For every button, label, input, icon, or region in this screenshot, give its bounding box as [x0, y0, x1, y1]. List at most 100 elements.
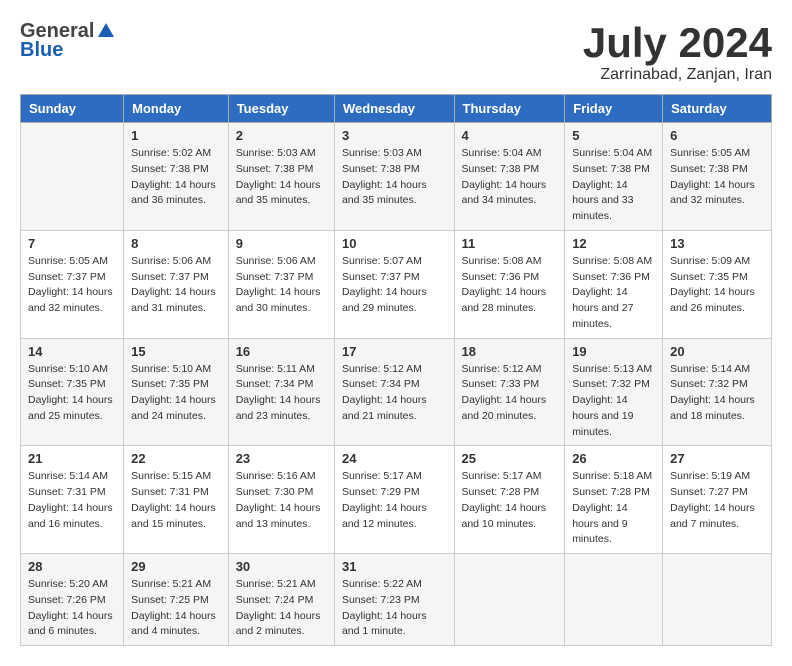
calendar-cell: 28 Sunrise: 5:20 AM Sunset: 7:26 PM Dayl… — [21, 554, 124, 646]
day-number: 30 — [236, 559, 327, 574]
month-title: July 2024 — [583, 20, 772, 66]
day-number: 22 — [131, 451, 221, 466]
day-info: Sunrise: 5:04 AM Sunset: 7:38 PM Dayligh… — [462, 146, 558, 209]
day-number: 2 — [236, 128, 327, 143]
day-info: Sunrise: 5:21 AM Sunset: 7:24 PM Dayligh… — [236, 577, 327, 640]
day-info: Sunrise: 5:17 AM Sunset: 7:28 PM Dayligh… — [462, 469, 558, 532]
day-number: 10 — [342, 236, 447, 251]
calendar-header: SundayMondayTuesdayWednesdayThursdayFrid… — [21, 95, 772, 123]
calendar-cell: 13 Sunrise: 5:09 AM Sunset: 7:35 PM Dayl… — [663, 230, 772, 338]
calendar-cell: 27 Sunrise: 5:19 AM Sunset: 7:27 PM Dayl… — [663, 446, 772, 554]
day-info: Sunrise: 5:17 AM Sunset: 7:29 PM Dayligh… — [342, 469, 447, 532]
calendar-cell: 15 Sunrise: 5:10 AM Sunset: 7:35 PM Dayl… — [124, 338, 229, 446]
day-number: 19 — [572, 344, 655, 359]
header-row: SundayMondayTuesdayWednesdayThursdayFrid… — [21, 95, 772, 123]
day-number: 13 — [670, 236, 764, 251]
calendar-cell — [21, 123, 124, 231]
day-number: 8 — [131, 236, 221, 251]
day-number: 17 — [342, 344, 447, 359]
page-header: General Blue July 2024 Zarrinabad, Zanja… — [20, 20, 772, 84]
day-info: Sunrise: 5:08 AM Sunset: 7:36 PM Dayligh… — [462, 254, 558, 317]
calendar-week-row: 28 Sunrise: 5:20 AM Sunset: 7:26 PM Dayl… — [21, 554, 772, 646]
calendar-cell: 30 Sunrise: 5:21 AM Sunset: 7:24 PM Dayl… — [228, 554, 334, 646]
day-number: 21 — [28, 451, 116, 466]
calendar-cell — [663, 554, 772, 646]
weekday-header: Friday — [565, 95, 663, 123]
day-number: 3 — [342, 128, 447, 143]
calendar-cell: 19 Sunrise: 5:13 AM Sunset: 7:32 PM Dayl… — [565, 338, 663, 446]
day-info: Sunrise: 5:21 AM Sunset: 7:25 PM Dayligh… — [131, 577, 221, 640]
day-number: 16 — [236, 344, 327, 359]
day-info: Sunrise: 5:14 AM Sunset: 7:31 PM Dayligh… — [28, 469, 116, 532]
day-info: Sunrise: 5:14 AM Sunset: 7:32 PM Dayligh… — [670, 362, 764, 425]
calendar-week-row: 1 Sunrise: 5:02 AM Sunset: 7:38 PM Dayli… — [21, 123, 772, 231]
day-number: 12 — [572, 236, 655, 251]
day-number: 25 — [462, 451, 558, 466]
day-info: Sunrise: 5:04 AM Sunset: 7:38 PM Dayligh… — [572, 146, 655, 225]
calendar-cell: 12 Sunrise: 5:08 AM Sunset: 7:36 PM Dayl… — [565, 230, 663, 338]
calendar-cell: 17 Sunrise: 5:12 AM Sunset: 7:34 PM Dayl… — [334, 338, 454, 446]
calendar-cell: 11 Sunrise: 5:08 AM Sunset: 7:36 PM Dayl… — [454, 230, 565, 338]
calendar-cell: 31 Sunrise: 5:22 AM Sunset: 7:23 PM Dayl… — [334, 554, 454, 646]
calendar-cell: 14 Sunrise: 5:10 AM Sunset: 7:35 PM Dayl… — [21, 338, 124, 446]
day-number: 26 — [572, 451, 655, 466]
day-info: Sunrise: 5:20 AM Sunset: 7:26 PM Dayligh… — [28, 577, 116, 640]
day-number: 9 — [236, 236, 327, 251]
day-info: Sunrise: 5:12 AM Sunset: 7:33 PM Dayligh… — [462, 362, 558, 425]
calendar-cell: 6 Sunrise: 5:05 AM Sunset: 7:38 PM Dayli… — [663, 123, 772, 231]
calendar-cell: 22 Sunrise: 5:15 AM Sunset: 7:31 PM Dayl… — [124, 446, 229, 554]
calendar-cell: 20 Sunrise: 5:14 AM Sunset: 7:32 PM Dayl… — [663, 338, 772, 446]
day-info: Sunrise: 5:03 AM Sunset: 7:38 PM Dayligh… — [342, 146, 447, 209]
day-info: Sunrise: 5:02 AM Sunset: 7:38 PM Dayligh… — [131, 146, 221, 209]
weekday-header: Sunday — [21, 95, 124, 123]
day-info: Sunrise: 5:18 AM Sunset: 7:28 PM Dayligh… — [572, 469, 655, 548]
day-info: Sunrise: 5:10 AM Sunset: 7:35 PM Dayligh… — [131, 362, 221, 425]
logo-arrow-icon — [96, 21, 116, 41]
calendar-cell: 5 Sunrise: 5:04 AM Sunset: 7:38 PM Dayli… — [565, 123, 663, 231]
calendar-cell: 1 Sunrise: 5:02 AM Sunset: 7:38 PM Dayli… — [124, 123, 229, 231]
calendar-cell: 9 Sunrise: 5:06 AM Sunset: 7:37 PM Dayli… — [228, 230, 334, 338]
calendar-cell: 7 Sunrise: 5:05 AM Sunset: 7:37 PM Dayli… — [21, 230, 124, 338]
day-number: 23 — [236, 451, 327, 466]
location-text: Zarrinabad, Zanjan, Iran — [583, 66, 772, 84]
title-block: July 2024 Zarrinabad, Zanjan, Iran — [583, 20, 772, 84]
calendar-cell: 16 Sunrise: 5:11 AM Sunset: 7:34 PM Dayl… — [228, 338, 334, 446]
calendar-week-row: 14 Sunrise: 5:10 AM Sunset: 7:35 PM Dayl… — [21, 338, 772, 446]
calendar-cell: 4 Sunrise: 5:04 AM Sunset: 7:38 PM Dayli… — [454, 123, 565, 231]
calendar-cell: 18 Sunrise: 5:12 AM Sunset: 7:33 PM Dayl… — [454, 338, 565, 446]
day-number: 15 — [131, 344, 221, 359]
calendar-cell: 23 Sunrise: 5:16 AM Sunset: 7:30 PM Dayl… — [228, 446, 334, 554]
day-info: Sunrise: 5:09 AM Sunset: 7:35 PM Dayligh… — [670, 254, 764, 317]
day-info: Sunrise: 5:06 AM Sunset: 7:37 PM Dayligh… — [131, 254, 221, 317]
calendar-cell: 25 Sunrise: 5:17 AM Sunset: 7:28 PM Dayl… — [454, 446, 565, 554]
calendar-cell: 2 Sunrise: 5:03 AM Sunset: 7:38 PM Dayli… — [228, 123, 334, 231]
day-number: 4 — [462, 128, 558, 143]
calendar-cell: 24 Sunrise: 5:17 AM Sunset: 7:29 PM Dayl… — [334, 446, 454, 554]
calendar-week-row: 7 Sunrise: 5:05 AM Sunset: 7:37 PM Dayli… — [21, 230, 772, 338]
calendar-cell: 10 Sunrise: 5:07 AM Sunset: 7:37 PM Dayl… — [334, 230, 454, 338]
day-number: 7 — [28, 236, 116, 251]
day-info: Sunrise: 5:03 AM Sunset: 7:38 PM Dayligh… — [236, 146, 327, 209]
logo: General Blue — [20, 20, 116, 62]
calendar-cell: 8 Sunrise: 5:06 AM Sunset: 7:37 PM Dayli… — [124, 230, 229, 338]
calendar-table: SundayMondayTuesdayWednesdayThursdayFrid… — [20, 94, 772, 646]
day-number: 6 — [670, 128, 764, 143]
weekday-header: Wednesday — [334, 95, 454, 123]
day-number: 31 — [342, 559, 447, 574]
day-number: 28 — [28, 559, 116, 574]
weekday-header: Saturday — [663, 95, 772, 123]
calendar-cell: 29 Sunrise: 5:21 AM Sunset: 7:25 PM Dayl… — [124, 554, 229, 646]
calendar-body: 1 Sunrise: 5:02 AM Sunset: 7:38 PM Dayli… — [21, 123, 772, 646]
day-info: Sunrise: 5:05 AM Sunset: 7:38 PM Dayligh… — [670, 146, 764, 209]
weekday-header: Tuesday — [228, 95, 334, 123]
day-info: Sunrise: 5:22 AM Sunset: 7:23 PM Dayligh… — [342, 577, 447, 640]
weekday-header: Monday — [124, 95, 229, 123]
day-info: Sunrise: 5:06 AM Sunset: 7:37 PM Dayligh… — [236, 254, 327, 317]
day-number: 27 — [670, 451, 764, 466]
day-number: 29 — [131, 559, 221, 574]
day-info: Sunrise: 5:08 AM Sunset: 7:36 PM Dayligh… — [572, 254, 655, 333]
day-info: Sunrise: 5:12 AM Sunset: 7:34 PM Dayligh… — [342, 362, 447, 425]
day-number: 18 — [462, 344, 558, 359]
day-number: 5 — [572, 128, 655, 143]
calendar-cell: 3 Sunrise: 5:03 AM Sunset: 7:38 PM Dayli… — [334, 123, 454, 231]
